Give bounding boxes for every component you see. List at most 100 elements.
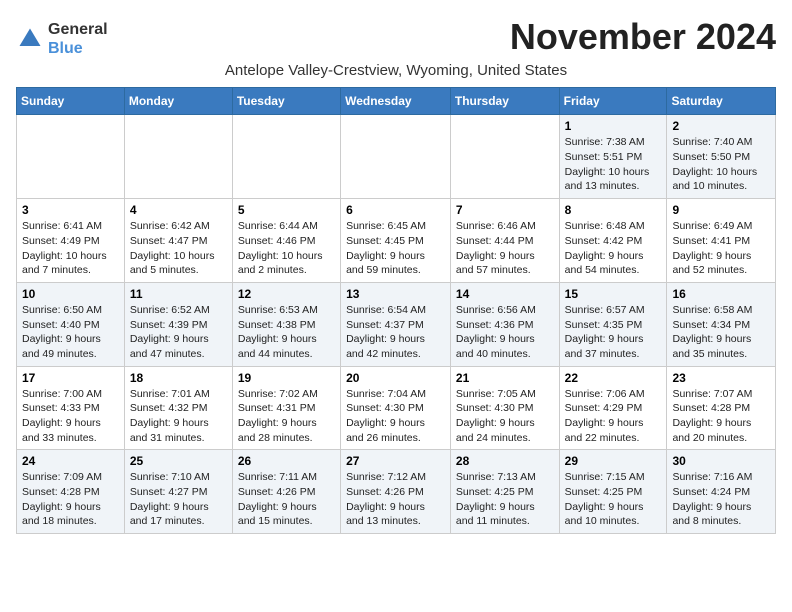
day-number: 29 <box>565 454 662 468</box>
day-number: 8 <box>565 203 662 217</box>
day-number: 5 <box>238 203 335 217</box>
day-number: 25 <box>130 454 227 468</box>
day-info: Sunrise: 6:49 AM Sunset: 4:41 PM Dayligh… <box>672 219 770 278</box>
day-number: 15 <box>565 287 662 301</box>
day-header-friday: Friday <box>559 88 667 115</box>
day-number: 28 <box>456 454 554 468</box>
day-info: Sunrise: 7:09 AM Sunset: 4:28 PM Dayligh… <box>22 470 119 529</box>
calendar-cell: 26 Sunrise: 7:11 AM Sunset: 4:26 PM Dayli… <box>232 450 340 534</box>
day-info: Sunrise: 7:05 AM Sunset: 4:30 PM Dayligh… <box>456 387 554 446</box>
calendar-cell <box>341 115 451 199</box>
day-info: Sunrise: 6:42 AM Sunset: 4:47 PM Dayligh… <box>130 219 227 278</box>
calendar-cell: 25 Sunrise: 7:10 AM Sunset: 4:27 PM Dayli… <box>124 450 232 534</box>
day-number: 30 <box>672 454 770 468</box>
day-number: 17 <box>22 371 119 385</box>
calendar-cell: 3 Sunrise: 6:41 AM Sunset: 4:49 PM Daylig… <box>17 199 125 283</box>
calendar-cell: 24 Sunrise: 7:09 AM Sunset: 4:28 PM Dayli… <box>17 450 125 534</box>
day-number: 4 <box>130 203 227 217</box>
day-info: Sunrise: 7:01 AM Sunset: 4:32 PM Dayligh… <box>130 387 227 446</box>
day-number: 22 <box>565 371 662 385</box>
day-info: Sunrise: 7:40 AM Sunset: 5:50 PM Dayligh… <box>672 135 770 194</box>
logo-icon <box>16 25 44 53</box>
day-header-tuesday: Tuesday <box>232 88 340 115</box>
month-title: November 2024 <box>510 16 776 58</box>
logo-general: General <box>48 20 108 39</box>
calendar-cell: 7 Sunrise: 6:46 AM Sunset: 4:44 PM Daylig… <box>450 199 559 283</box>
day-info: Sunrise: 7:15 AM Sunset: 4:25 PM Dayligh… <box>565 470 662 529</box>
calendar-cell: 19 Sunrise: 7:02 AM Sunset: 4:31 PM Dayli… <box>232 366 340 450</box>
location-subtitle: Antelope Valley-Crestview, Wyoming, Unit… <box>16 62 776 79</box>
day-header-wednesday: Wednesday <box>341 88 451 115</box>
day-info: Sunrise: 7:38 AM Sunset: 5:51 PM Dayligh… <box>565 135 662 194</box>
day-info: Sunrise: 6:48 AM Sunset: 4:42 PM Dayligh… <box>565 219 662 278</box>
calendar-cell: 4 Sunrise: 6:42 AM Sunset: 4:47 PM Daylig… <box>124 199 232 283</box>
day-number: 11 <box>130 287 227 301</box>
calendar-cell <box>450 115 559 199</box>
calendar-cell: 12Sunrise: 6:53 AM Sunset: 4:38 PM Dayli… <box>232 282 340 366</box>
day-number: 14 <box>456 287 554 301</box>
day-number: 24 <box>22 454 119 468</box>
calendar-cell: 13 Sunrise: 6:54 AM Sunset: 4:37 PM Dayli… <box>341 282 451 366</box>
day-info: Sunrise: 6:45 AM Sunset: 4:45 PM Dayligh… <box>346 219 445 278</box>
day-number: 2 <box>672 119 770 133</box>
calendar-cell: 15Sunrise: 6:57 AM Sunset: 4:35 PM Dayli… <box>559 282 667 366</box>
day-header-monday: Monday <box>124 88 232 115</box>
calendar-cell <box>17 115 125 199</box>
day-number: 19 <box>238 371 335 385</box>
calendar-cell: 27 Sunrise: 7:12 AM Sunset: 4:26 PM Dayli… <box>341 450 451 534</box>
day-number: 16 <box>672 287 770 301</box>
day-number: 1 <box>565 119 662 133</box>
calendar-cell: 9 Sunrise: 6:49 AM Sunset: 4:41 PM Daylig… <box>667 199 776 283</box>
day-info: Sunrise: 6:44 AM Sunset: 4:46 PM Dayligh… <box>238 219 335 278</box>
calendar-cell: 8 Sunrise: 6:48 AM Sunset: 4:42 PM Daylig… <box>559 199 667 283</box>
day-info: Sunrise: 7:02 AM Sunset: 4:31 PM Dayligh… <box>238 387 335 446</box>
day-number: 6 <box>346 203 445 217</box>
day-info: Sunrise: 6:52 AM Sunset: 4:39 PM Dayligh… <box>130 303 227 362</box>
day-info: Sunrise: 7:11 AM Sunset: 4:26 PM Dayligh… <box>238 470 335 529</box>
day-number: 3 <box>22 203 119 217</box>
day-header-thursday: Thursday <box>450 88 559 115</box>
day-info: Sunrise: 6:54 AM Sunset: 4:37 PM Dayligh… <box>346 303 445 362</box>
day-info: Sunrise: 6:56 AM Sunset: 4:36 PM Dayligh… <box>456 303 554 362</box>
day-number: 9 <box>672 203 770 217</box>
day-number: 7 <box>456 203 554 217</box>
day-header-sunday: Sunday <box>17 88 125 115</box>
calendar-cell: 16Sunrise: 6:58 AM Sunset: 4:34 PM Dayli… <box>667 282 776 366</box>
day-number: 20 <box>346 371 445 385</box>
day-info: Sunrise: 7:06 AM Sunset: 4:29 PM Dayligh… <box>565 387 662 446</box>
calendar-cell: 21 Sunrise: 7:05 AM Sunset: 4:30 PM Dayli… <box>450 366 559 450</box>
day-info: Sunrise: 7:00 AM Sunset: 4:33 PM Dayligh… <box>22 387 119 446</box>
day-number: 12 <box>238 287 335 301</box>
calendar-cell: 5 Sunrise: 6:44 AM Sunset: 4:46 PM Daylig… <box>232 199 340 283</box>
calendar-cell: 28Sunrise: 7:13 AM Sunset: 4:25 PM Dayli… <box>450 450 559 534</box>
day-number: 23 <box>672 371 770 385</box>
day-info: Sunrise: 7:12 AM Sunset: 4:26 PM Dayligh… <box>346 470 445 529</box>
day-info: Sunrise: 7:07 AM Sunset: 4:28 PM Dayligh… <box>672 387 770 446</box>
calendar-cell <box>232 115 340 199</box>
calendar-cell: 2 Sunrise: 7:40 AM Sunset: 5:50 PM Daylig… <box>667 115 776 199</box>
day-info: Sunrise: 6:46 AM Sunset: 4:44 PM Dayligh… <box>456 219 554 278</box>
calendar-cell: 6 Sunrise: 6:45 AM Sunset: 4:45 PM Daylig… <box>341 199 451 283</box>
day-number: 26 <box>238 454 335 468</box>
day-info: Sunrise: 6:50 AM Sunset: 4:40 PM Dayligh… <box>22 303 119 362</box>
day-number: 27 <box>346 454 445 468</box>
day-info: Sunrise: 7:10 AM Sunset: 4:27 PM Dayligh… <box>130 470 227 529</box>
calendar-cell: 17 Sunrise: 7:00 AM Sunset: 4:33 PM Dayli… <box>17 366 125 450</box>
calendar-cell <box>124 115 232 199</box>
day-number: 18 <box>130 371 227 385</box>
logo-blue: Blue <box>48 39 108 58</box>
calendar-table: SundayMondayTuesdayWednesdayThursdayFrid… <box>16 87 776 534</box>
logo: General Blue <box>16 20 108 58</box>
day-info: Sunrise: 6:41 AM Sunset: 4:49 PM Dayligh… <box>22 219 119 278</box>
calendar-cell: 14 Sunrise: 6:56 AM Sunset: 4:36 PM Dayli… <box>450 282 559 366</box>
day-number: 13 <box>346 287 445 301</box>
calendar-cell: 23 Sunrise: 7:07 AM Sunset: 4:28 PM Dayli… <box>667 366 776 450</box>
day-info: Sunrise: 7:04 AM Sunset: 4:30 PM Dayligh… <box>346 387 445 446</box>
calendar-cell: 29 Sunrise: 7:15 AM Sunset: 4:25 PM Dayli… <box>559 450 667 534</box>
day-number: 21 <box>456 371 554 385</box>
day-header-saturday: Saturday <box>667 88 776 115</box>
calendar-cell: 10 Sunrise: 6:50 AM Sunset: 4:40 PM Dayli… <box>17 282 125 366</box>
calendar-cell: 18 Sunrise: 7:01 AM Sunset: 4:32 PM Dayli… <box>124 366 232 450</box>
day-number: 10 <box>22 287 119 301</box>
calendar-cell: 11 Sunrise: 6:52 AM Sunset: 4:39 PM Dayli… <box>124 282 232 366</box>
